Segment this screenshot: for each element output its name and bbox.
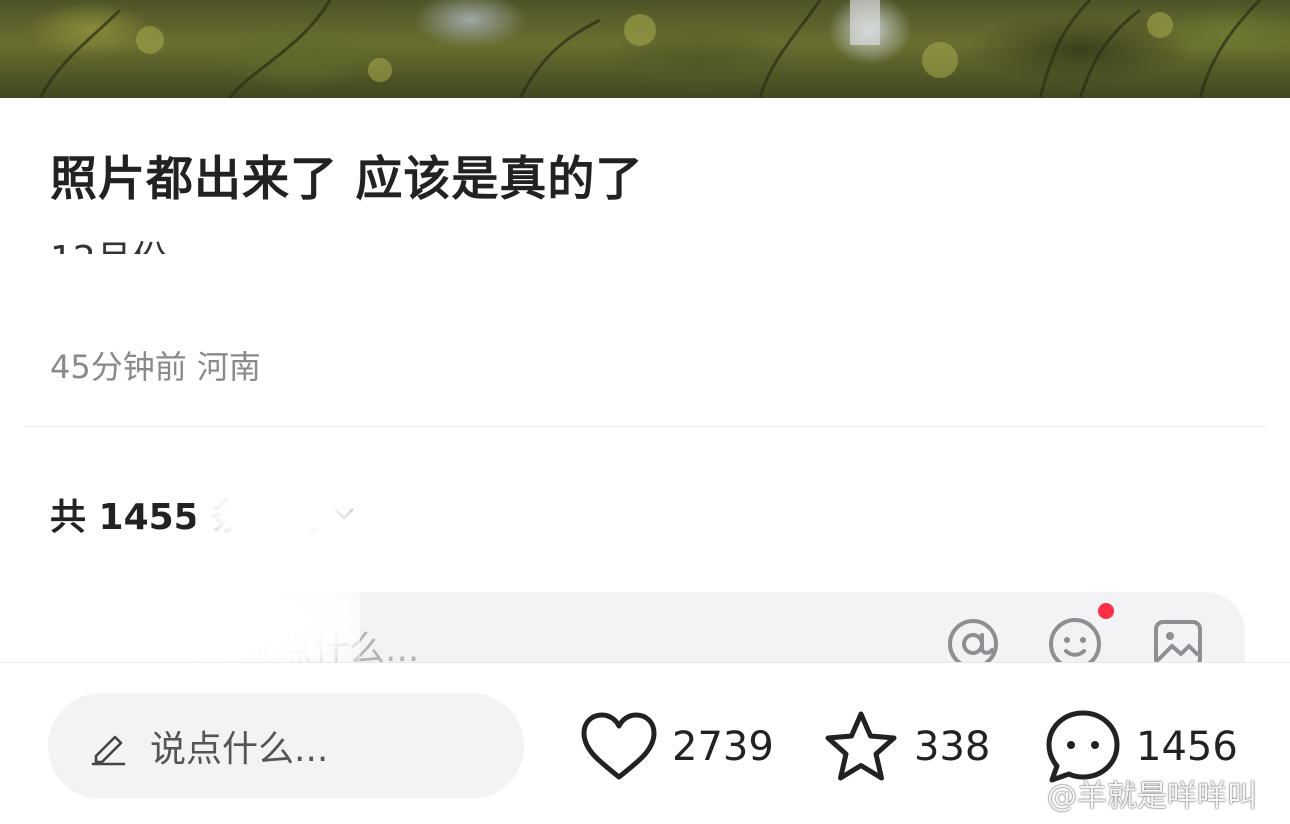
watermark-text: @羊就是咩咩叫	[1047, 779, 1257, 814]
heart-icon	[581, 712, 657, 780]
post-photo[interactable]	[0, 0, 1290, 98]
post-title: 照片都出来了 应该是真的了	[50, 152, 644, 207]
like-count: 2739	[672, 724, 774, 770]
star-icon	[825, 711, 897, 781]
redaction-smudge	[40, 565, 360, 675]
photo-foliage	[38, 0, 1262, 98]
post-meta: 45分钟前 河南	[50, 348, 261, 386]
weibo-logo-icon	[996, 779, 1039, 810]
comment-count: 1456	[1136, 724, 1238, 770]
favorite-button[interactable]: 338	[822, 707, 990, 787]
notification-dot	[1098, 603, 1114, 619]
redaction-smudge	[195, 478, 355, 548]
post-body-clipped: 12月份	[50, 238, 650, 255]
pencil-icon	[91, 735, 126, 766]
divider	[25, 426, 1265, 427]
post-body-text: 12月份	[50, 242, 650, 255]
bottom-comment-input[interactable]: 说点什么...	[48, 693, 524, 799]
like-button[interactable]: 2739	[580, 707, 774, 787]
weibo-watermark: @羊就是咩咩叫	[995, 773, 1257, 814]
favorite-count: 338	[914, 724, 991, 770]
post-detail-page: 照片都出来了 应该是真的了 12月份 45分钟前 河南 共 1455 条评论 说…	[0, 0, 1290, 824]
bottom-input-placeholder: 说点什么...	[150, 729, 329, 770]
